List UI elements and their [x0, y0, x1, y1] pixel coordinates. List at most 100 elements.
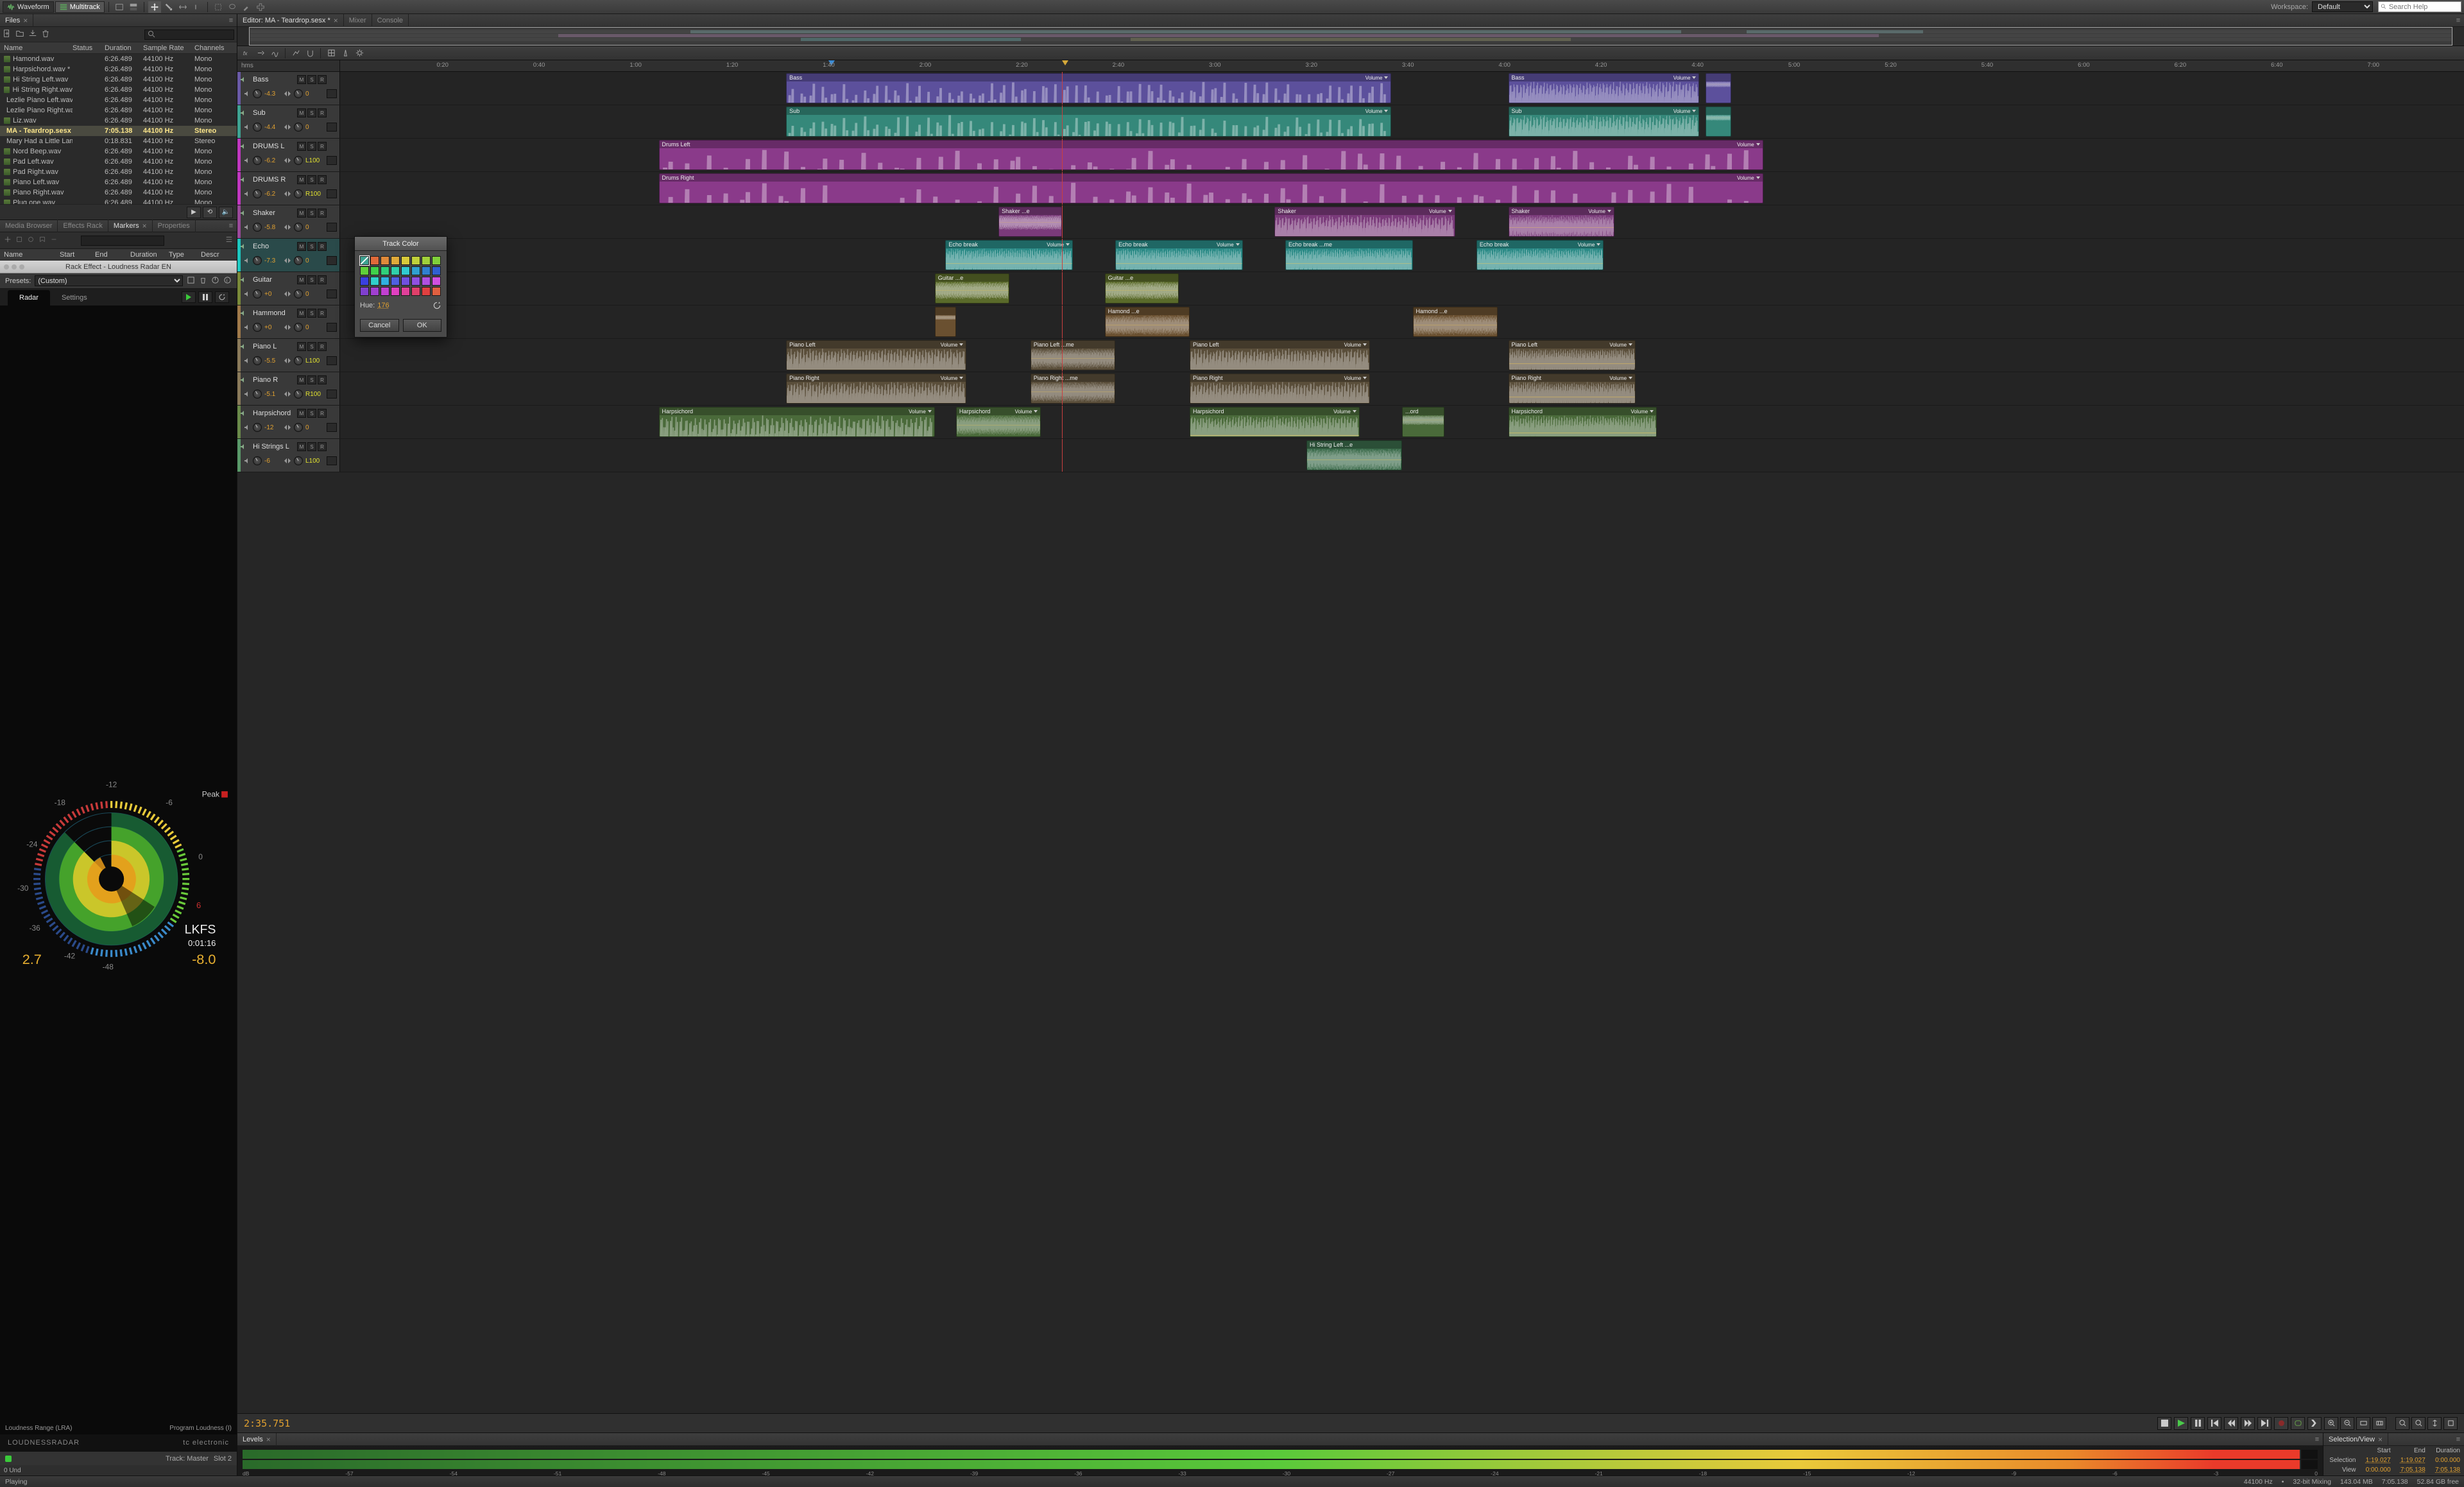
- color-swatch[interactable]: [381, 256, 389, 265]
- pan-knob[interactable]: [294, 123, 303, 132]
- pan-value[interactable]: 0: [305, 291, 322, 298]
- audio-clip[interactable]: [1706, 107, 1731, 137]
- track-lane[interactable]: Piano RightVolume Piano Right ...me Pian…: [340, 372, 2464, 405]
- arm-button[interactable]: R: [318, 108, 327, 117]
- track-lane[interactable]: Drums RightVolume: [340, 172, 2464, 205]
- audio-clip[interactable]: Echo breakVolume: [1476, 240, 1604, 270]
- hue-value[interactable]: 176: [377, 302, 389, 309]
- marquee-tool-icon[interactable]: [212, 1, 225, 13]
- solo-button[interactable]: S: [307, 342, 316, 351]
- pan-knob[interactable]: [294, 423, 303, 432]
- color-swatch[interactable]: [422, 266, 431, 275]
- audio-clip[interactable]: Piano RightVolume: [1190, 374, 1370, 404]
- pan-knob[interactable]: [294, 356, 303, 365]
- zoom-v-all-icon[interactable]: [2443, 1417, 2458, 1430]
- solo-button[interactable]: S: [307, 175, 316, 184]
- import-icon[interactable]: [28, 29, 37, 40]
- audio-clip[interactable]: SubVolume: [786, 107, 1391, 137]
- pan-value[interactable]: L100: [305, 458, 322, 465]
- markers-tab[interactable]: Markers: [108, 219, 153, 232]
- volume-value[interactable]: -6.2: [264, 191, 281, 198]
- audio-clip[interactable]: HarpsichordVolume: [1190, 407, 1360, 437]
- track-name[interactable]: Piano L: [253, 343, 295, 350]
- monitor-icon[interactable]: [330, 242, 337, 251]
- volume-value[interactable]: -4.3: [264, 90, 281, 98]
- mute-button[interactable]: M: [297, 375, 306, 384]
- audio-clip[interactable]: SubVolume: [1509, 107, 1700, 137]
- solo-button[interactable]: S: [307, 209, 316, 218]
- audio-clip[interactable]: Hamond ...e: [1413, 307, 1498, 337]
- volume-value[interactable]: -5.5: [264, 357, 281, 365]
- track-name[interactable]: Harpsichord: [253, 409, 295, 417]
- input-icon[interactable]: [327, 189, 337, 198]
- forward-button[interactable]: [2241, 1417, 2255, 1430]
- pan-value[interactable]: 0: [305, 324, 322, 331]
- info-icon[interactable]: i: [223, 276, 232, 286]
- track-name[interactable]: Bass: [253, 76, 295, 83]
- volume-knob[interactable]: [253, 123, 262, 132]
- pan-value[interactable]: 0: [305, 424, 322, 431]
- files-tab[interactable]: Files: [0, 14, 33, 27]
- input-icon[interactable]: [327, 390, 337, 399]
- audio-clip[interactable]: BassVolume: [786, 73, 1391, 103]
- markers-menu-icon[interactable]: [225, 236, 233, 245]
- volume-knob[interactable]: [253, 456, 262, 465]
- color-swatch[interactable]: [360, 287, 369, 296]
- new-file-icon[interactable]: [3, 29, 12, 40]
- color-swatch[interactable]: [381, 287, 389, 296]
- color-swatch[interactable]: [432, 266, 441, 275]
- pan-knob[interactable]: [294, 156, 303, 165]
- pan-value[interactable]: R100: [305, 391, 322, 398]
- envelope-icon[interactable]: [289, 47, 302, 59]
- audio-clip[interactable]: Hi String Left ...e: [1306, 440, 1402, 470]
- audio-clip[interactable]: Shaker ...e: [998, 207, 1062, 237]
- monitor-icon[interactable]: [330, 375, 337, 384]
- pan-value[interactable]: L100: [305, 157, 322, 164]
- volume-knob[interactable]: [253, 356, 262, 365]
- settings-icon[interactable]: [353, 47, 366, 59]
- volume-knob[interactable]: [253, 289, 262, 298]
- audio-clip[interactable]: Echo breakVolume: [945, 240, 1073, 270]
- arm-button[interactable]: R: [318, 409, 327, 418]
- lasso-tool-icon[interactable]: [226, 1, 239, 13]
- track-lane[interactable]: Hi String Left ...e: [340, 439, 2464, 472]
- delete-preset-icon[interactable]: [199, 276, 207, 286]
- track-name[interactable]: Echo: [253, 243, 295, 250]
- pan-knob[interactable]: [294, 323, 303, 332]
- audio-clip[interactable]: Piano Right ...me: [1031, 374, 1115, 404]
- volume-value[interactable]: -12: [264, 424, 281, 431]
- audio-clip[interactable]: Piano LeftVolume: [786, 340, 966, 370]
- color-swatch[interactable]: [360, 256, 369, 265]
- arm-button[interactable]: R: [318, 209, 327, 218]
- settings-tab[interactable]: Settings: [50, 290, 99, 305]
- track-lane[interactable]: Hamond ...e Hamond ...e: [340, 305, 2464, 338]
- zoom-in-icon[interactable]: [2324, 1417, 2338, 1430]
- hud-toggle-icon[interactable]: [113, 1, 126, 13]
- brush-tool-icon[interactable]: [240, 1, 253, 13]
- mute-button[interactable]: M: [297, 108, 306, 117]
- zoom-v-out-icon[interactable]: [2411, 1417, 2426, 1430]
- track-lane[interactable]: Echo breakVolume Echo breakVolume Echo b…: [340, 239, 2464, 271]
- record-button[interactable]: [2274, 1417, 2288, 1430]
- audio-clip[interactable]: Piano Left ...me: [1031, 340, 1115, 370]
- file-row[interactable]: Piano Right.wav6:26.48944100 HzMono: [0, 187, 237, 198]
- selection-view-tab[interactable]: Selection/View: [2323, 1433, 2388, 1446]
- audio-clip[interactable]: ShakerVolume: [1274, 207, 1455, 237]
- files-play-icon[interactable]: ▶: [187, 207, 201, 218]
- input-icon[interactable]: [327, 123, 337, 132]
- file-row[interactable]: MA - Teardrop.sesx *7:05.13844100 HzSter…: [0, 126, 237, 136]
- monitor-icon[interactable]: [330, 409, 337, 418]
- audio-clip[interactable]: Piano RightVolume: [786, 374, 966, 404]
- file-row[interactable]: Hi String Right.wav6:26.48944100 HzMono: [0, 85, 237, 95]
- track-lane[interactable]: SubVolume SubVolume: [340, 105, 2464, 138]
- mute-button[interactable]: M: [297, 275, 306, 284]
- stop-button[interactable]: [2157, 1417, 2171, 1430]
- spectral-toggle-icon[interactable]: [127, 1, 140, 13]
- slip-tool-icon[interactable]: [176, 1, 189, 13]
- track-name[interactable]: Shaker: [253, 209, 295, 217]
- file-row[interactable]: Lezlie Piano Right.wav6:26.48944100 HzMo…: [0, 105, 237, 116]
- solo-button[interactable]: S: [307, 142, 316, 151]
- color-swatch-grid[interactable]: [360, 256, 441, 296]
- audio-clip[interactable]: Piano RightVolume: [1509, 374, 1636, 404]
- add-marker-icon[interactable]: [4, 236, 12, 245]
